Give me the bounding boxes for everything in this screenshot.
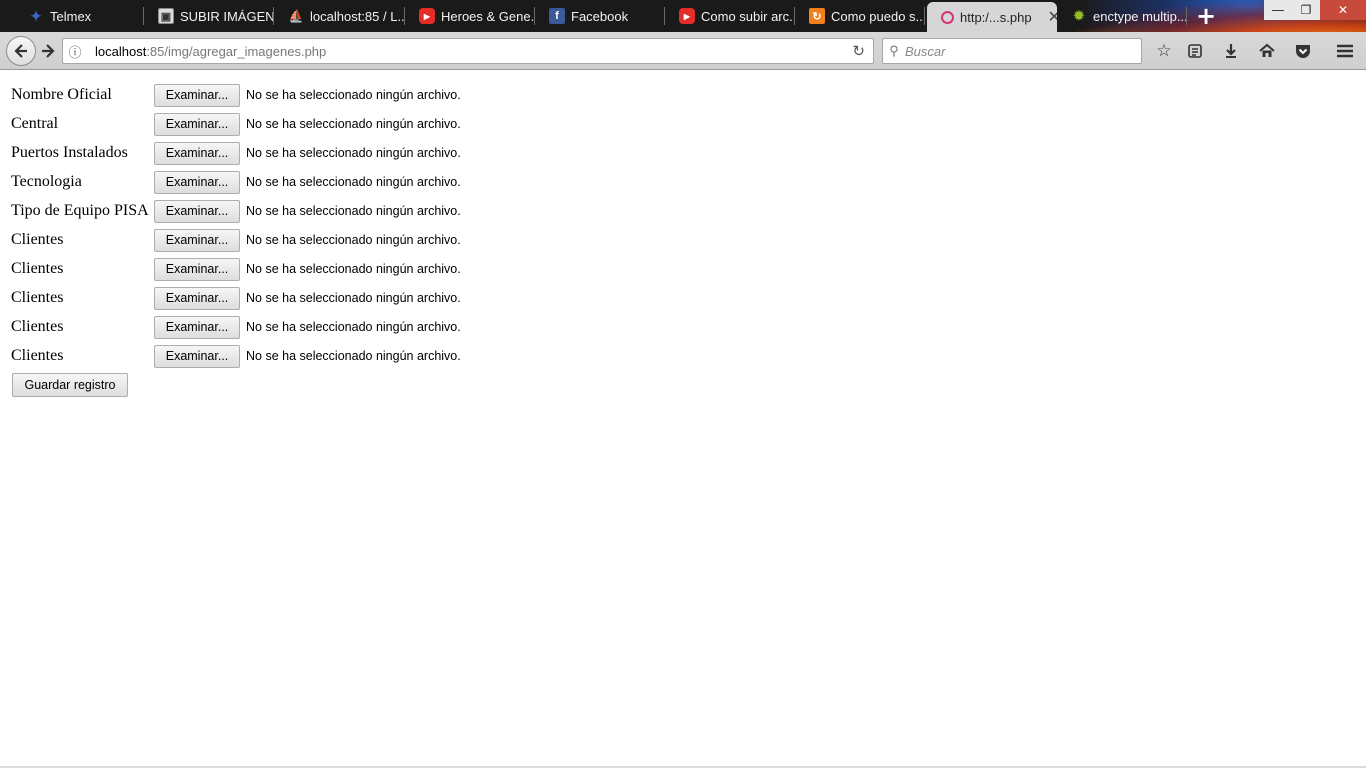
form-row: Nombre Oficial Examinar... No se ha sele… [11,83,461,107]
file-status: No se ha seleccionado ningún archivo. [246,146,461,160]
tab-heroes-generals[interactable]: ▶ Heroes & Gene... [405,3,535,29]
android-icon: ✹ [1073,8,1085,23]
tab-title: SUBIR IMÁGEN... [180,8,274,24]
form-row: Tipo de Equipo PISA Examinar... No se ha… [11,199,461,223]
form-row: Clientes Examinar... No se ha selecciona… [11,257,461,281]
browse-button[interactable]: Examinar... [154,83,240,107]
tab-telmex[interactable]: ✦ Telmex [14,3,144,29]
browse-button[interactable]: Examinar... [154,170,240,194]
tab-title: Telmex [50,8,92,24]
tab-title: Facebook [571,8,629,24]
search-placeholder: Buscar [905,43,946,59]
browse-button[interactable]: Examinar... [154,141,240,165]
tab-title: Como subir arc... [701,8,795,24]
file-status: No se ha seleccionado ningún archivo. [246,262,461,276]
http-icon [941,10,954,24]
field-label: Clientes [11,318,64,335]
tab-title: localhost:85 / L... [310,8,405,24]
browse-button[interactable]: Examinar... [154,344,240,368]
tab-como-puedo[interactable]: ↻ Como puedo s... [795,3,925,29]
field-label: Clientes [11,289,64,306]
tab-enctype[interactable]: ✹ enctype multip... [1057,3,1187,29]
form-row: Clientes Examinar... No se ha selecciona… [11,344,461,368]
url-path: :85/img/agregar_imagenes.php [146,43,327,59]
navigation-toolbar: ⓘ localhost:85/img/agregar_imagenes.php … [0,32,1366,70]
file-status: No se ha seleccionado ningún archivo. [246,175,461,189]
restore-button[interactable]: ❐ [1292,0,1320,20]
field-label: Tecnologia [11,173,82,190]
browse-button[interactable]: Examinar... [154,199,240,223]
phpmyadmin-icon: ⛵ [288,9,304,23]
field-label: Central [11,115,59,132]
form-row: Clientes Examinar... No se ha selecciona… [11,315,461,339]
tab-active-php[interactable]: http:/...s.php ✕ [927,2,1057,32]
tab-localhost-phpmyadmin[interactable]: ⛵ localhost:85 / L... [274,3,405,29]
bookmark-star-icon[interactable]: ☆ [1154,41,1174,61]
file-status: No se ha seleccionado ningún archivo. [246,349,461,363]
reload-icon[interactable]: ↻ [852,42,865,60]
form-row: Tecnologia Examinar... No se ha seleccio… [11,170,461,194]
save-record-button[interactable]: Guardar registro [12,373,128,397]
minimize-button[interactable]: ― [1264,0,1292,20]
youtube-icon: ▶ [679,8,695,24]
url-host: localhost [95,43,147,59]
form-row: Puertos Instalados Examinar... No se ha … [11,141,461,165]
field-label: Clientes [11,347,64,364]
close-tab-icon[interactable]: ✕ [1048,7,1057,27]
menu-hamburger-icon[interactable] [1335,41,1355,61]
tab-facebook[interactable]: f Facebook [535,3,665,29]
file-status: No se ha seleccionado ningún archivo. [246,204,461,218]
new-tab-button[interactable]: + [1196,3,1216,29]
back-button[interactable] [6,36,36,66]
telmex-icon: ✦ [30,7,42,24]
close-window-button[interactable]: ✕ [1320,0,1366,20]
form-row: Clientes Examinar... No se ha selecciona… [11,286,461,310]
file-status: No se ha seleccionado ningún archivo. [246,117,461,131]
page-content: Nombre Oficial Examinar... No se ha sele… [0,71,1366,768]
facebook-icon: f [549,8,565,24]
url-bar[interactable]: ⓘ localhost:85/img/agregar_imagenes.php … [62,38,874,64]
stackoverflow-icon: ↻ [809,8,825,24]
search-icon: ⚲ [889,43,899,58]
browse-button[interactable]: Examinar... [154,228,240,252]
field-label: Puertos Instalados [11,144,128,161]
home-icon[interactable] [1257,41,1277,61]
back-arrow-icon [14,44,27,58]
tab-title: Heroes & Gene... [441,8,535,24]
field-label: Clientes [11,260,64,277]
form-row: Central Examinar... No se ha seleccionad… [11,112,461,136]
tab-title: http:/...s.php [960,9,1032,25]
youtube-icon: ▶ [419,8,435,24]
site-info-icon[interactable]: ⓘ [63,42,87,61]
browse-button[interactable]: Examinar... [154,112,240,136]
tab-strip: ✦ Telmex ▣ SUBIR IMÁGEN... ⛵ localhost:8… [0,0,1366,32]
browse-button[interactable]: Examinar... [154,286,240,310]
field-label: Tipo de Equipo PISA [11,202,149,219]
tab-subir-imagen[interactable]: ▣ SUBIR IMÁGEN... [144,3,274,29]
pocket-icon[interactable] [1293,41,1313,61]
tab-title: enctype multip... [1093,8,1187,24]
image-icon: ▣ [158,8,174,24]
tab-title: Como puedo s... [831,8,925,24]
field-label: Nombre Oficial [11,86,112,103]
downloads-icon[interactable] [1221,41,1241,61]
file-status: No se ha seleccionado ningún archivo. [246,291,461,305]
forward-arrow-icon [42,44,55,58]
search-input[interactable]: ⚲ Buscar [882,38,1142,64]
form-row: Clientes Examinar... No se ha selecciona… [11,228,461,252]
forward-button[interactable] [34,37,62,65]
tab-como-subir[interactable]: ▶ Como subir arc... [665,3,795,29]
browse-button[interactable]: Examinar... [154,257,240,281]
browse-button[interactable]: Examinar... [154,315,240,339]
file-status: No se ha seleccionado ningún archivo. [246,88,461,102]
file-status: No se ha seleccionado ningún archivo. [246,320,461,334]
file-status: No se ha seleccionado ningún archivo. [246,233,461,247]
field-label: Clientes [11,231,64,248]
reading-list-icon[interactable] [1185,41,1205,61]
